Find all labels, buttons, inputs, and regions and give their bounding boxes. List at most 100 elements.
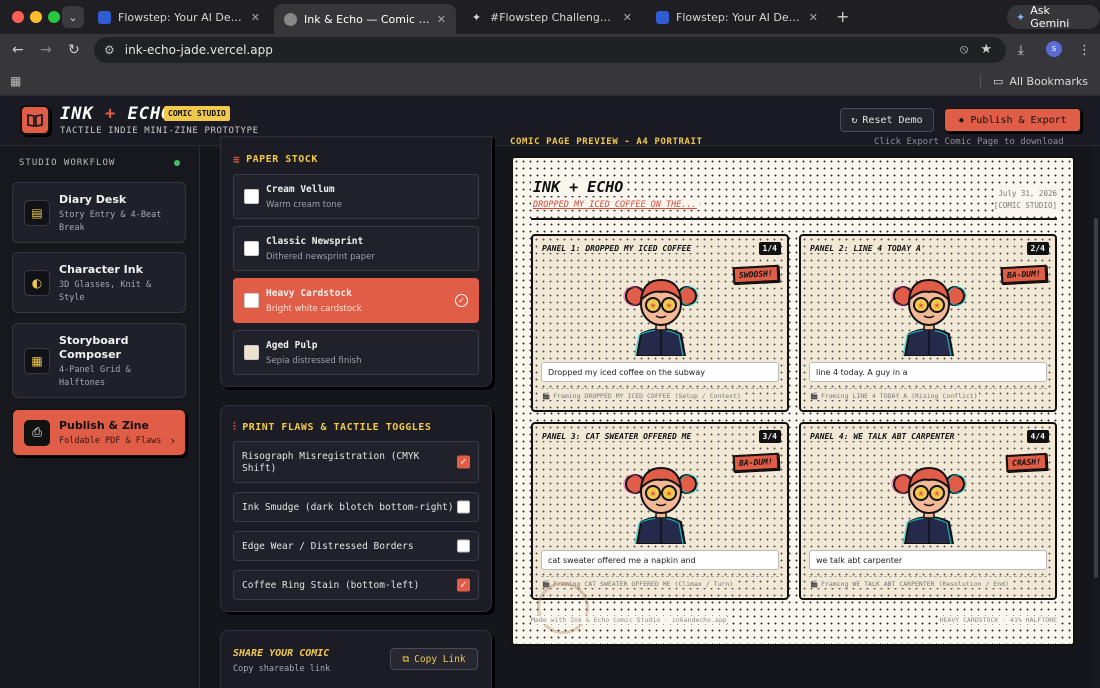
character-illustration-icon	[891, 279, 967, 356]
toggle-checkbox[interactable]	[457, 539, 470, 553]
paper-option-heavy-cardstock[interactable]: Heavy Cardstock Bright white cardstock ✓	[233, 278, 479, 323]
paper-option-desc: Dithered newsprint paper	[266, 252, 375, 262]
paper-stock-title: ≋ PAPER STOCK	[233, 153, 318, 166]
paper-option-desc: Sepia distressed finish	[266, 356, 362, 366]
panel-title: PANEL 3: CAT SWEATER OFFERED ME	[541, 432, 693, 441]
toggle-checkbox-checked[interactable]: ✓	[457, 455, 470, 469]
bookmark-star-icon[interactable]: ★	[980, 42, 992, 57]
comic-panel-4[interactable]: PANEL 4: WE TALK ABT CARPENTER 4/4 CRASH…	[799, 422, 1057, 600]
panel-caption[interactable]: we talk abt carpenter	[809, 550, 1047, 570]
maximize-window-button[interactable]	[48, 11, 60, 23]
paper-option-checkbox[interactable]	[244, 345, 259, 360]
panel-caption[interactable]: line 4 today. A guy in a	[809, 362, 1047, 382]
paper-option-cream-vellum[interactable]: Cream Vellum Warm cream tone	[233, 174, 479, 219]
brand-amp: +	[104, 104, 117, 124]
character-illustration-icon	[623, 279, 699, 356]
reload-icon[interactable]: ↻	[68, 42, 80, 58]
paper-option-classic-newsprint[interactable]: Classic Newsprint Dithered newsprint pap…	[233, 226, 479, 271]
comic-panel-3[interactable]: PANEL 3: CAT SWEATER OFFERED ME 3/4 BA-D…	[531, 422, 789, 600]
tab-search-icon[interactable]: ⌄	[62, 6, 84, 28]
panel-caption[interactable]: Dropped my iced coffee on the subway	[541, 362, 779, 382]
browser-tab-4[interactable]: Flowstep: Your AI Design Ass ✕	[646, 4, 828, 30]
back-arrow-icon[interactable]: ←	[12, 42, 24, 58]
download-icon[interactable]: ⤓	[1018, 43, 1024, 58]
site-info-icon[interactable]: ⚙	[104, 43, 115, 57]
workflow-item-sub: Break	[59, 223, 85, 233]
forward-arrow-icon[interactable]: →	[40, 42, 52, 58]
workflow-item-sub: 3D Glasses, Knit &	[59, 280, 152, 290]
paper-option-checkbox[interactable]	[244, 293, 259, 308]
browser-tab-1[interactable]: Flowstep: Your AI Design Ass ✕	[88, 4, 270, 30]
paper-option-checkbox[interactable]	[244, 189, 259, 204]
reset-demo-label: Reset Demo	[862, 114, 923, 126]
comic-studio-badge: COMIC STUDIO	[164, 106, 230, 121]
paper-option-name: Aged Pulp	[266, 340, 318, 351]
panel-meta-text: Framing DROPPED MY ICED COFFEE (Setup / …	[553, 392, 741, 400]
globe-favicon-icon	[284, 12, 297, 26]
toggle-coffee-ring[interactable]: Coffee Ring Stain (bottom-left) ✓	[233, 570, 479, 600]
toggle-edge-wear[interactable]: Edge Wear / Distressed Borders	[233, 531, 479, 561]
address-bar[interactable]: ⚙ ink-echo-jade.vercel.app ⦸ ★	[94, 37, 1006, 63]
close-tab-icon[interactable]: ✕	[437, 13, 446, 26]
publish-export-button[interactable]: ✸ Publish & Export	[944, 108, 1081, 132]
toggle-ink-smudge[interactable]: Ink Smudge (dark blotch bottom-right)	[233, 492, 479, 522]
panel-sfx-badge: SWOOSH!	[732, 264, 780, 285]
browser-tab-3[interactable]: ✦ #Flowstep Challenge on Cont ✕	[460, 4, 642, 30]
open-book-logo-icon	[20, 105, 50, 135]
panel-meta-divider	[809, 576, 1047, 577]
toggle-checkbox[interactable]	[457, 500, 470, 514]
profile-avatar[interactable]: s	[1046, 41, 1062, 57]
paper-option-name: Heavy Cardstock	[266, 288, 352, 299]
paper-option-aged-pulp[interactable]: Aged Pulp Sepia distressed finish	[233, 330, 479, 375]
toggle-label: Coffee Ring Stain (bottom-left)	[242, 580, 420, 591]
tab-title: Ink & Echo — Comic Studio Pr	[304, 12, 430, 26]
browser-tab-2[interactable]: Ink & Echo — Comic Studio Pr ✕	[274, 4, 456, 34]
print-flaws-card: ⫶ PRINT FLAWS & TACTILE TOGGLES Risograp…	[220, 405, 492, 612]
all-bookmarks-button[interactable]: ▭ All Bookmarks	[980, 74, 1088, 88]
close-tab-icon[interactable]: ✕	[251, 11, 260, 24]
minimize-window-button[interactable]	[30, 11, 42, 23]
comic-panel-1[interactable]: PANEL 1: DROPPED MY ICED COFFEE 1/4 SWOO…	[531, 234, 789, 412]
workflow-item-publish-zine[interactable]: ⎙ Publish & Zine Foldable PDF & Flaws ›	[12, 409, 186, 456]
coffee-ring-stain	[537, 582, 589, 634]
paper-option-desc: Warm cream tone	[266, 200, 342, 210]
panel-meta: 🎬 Framing DROPPED MY ICED COFFEE (Setup /…	[541, 392, 742, 400]
comic-panel-2[interactable]: PANEL 2: LINE 4 TODAY A 2/4 BA-DUM! line…	[799, 234, 1057, 412]
gemini-sparkle-icon: ✦	[1016, 10, 1026, 24]
publish-export-label: Publish & Export	[970, 114, 1067, 126]
copy-link-label: Copy Link	[414, 653, 466, 665]
palette-icon: ◐	[24, 269, 50, 296]
toggle-label: Ink Smudge (dark blotch bottom-right)	[242, 502, 454, 513]
paper-option-checkbox[interactable]	[244, 241, 259, 256]
camera-off-icon[interactable]: ⦸	[960, 42, 968, 57]
toggle-risograph-misregistration[interactable]: Risograph Misregistration (CMYK Shift) ✓	[233, 441, 479, 483]
paper-option-name: Cream Vellum	[266, 184, 335, 195]
toggle-label: Risograph Misregistration (CMYK	[242, 451, 420, 462]
workflow-item-sub: Story Entry & 4-Beat	[59, 210, 162, 220]
panel-sfx-badge: CRASH!	[1005, 452, 1048, 473]
sparkle-icon: ✸	[958, 114, 965, 126]
toggle-checkbox-checked[interactable]: ✓	[457, 578, 470, 592]
share-subtitle: Copy shareable link	[233, 664, 331, 674]
workflow-item-character-ink[interactable]: ◐ Character Ink 3D Glasses, Knit & Style	[12, 252, 186, 313]
close-window-button[interactable]	[12, 11, 24, 23]
share-card: SHARE YOUR COMIC Copy shareable link ⧉ C…	[220, 630, 492, 688]
panel-title: PANEL 4: WE TALK ABT CARPENTER	[809, 432, 956, 441]
workflow-item-storyboard-composer[interactable]: ▦ Storyboard Composer 4-Panel Grid & Hal…	[12, 323, 186, 398]
panel-caption[interactable]: cat sweater offered me a napkin and	[541, 550, 779, 570]
new-tab-icon[interactable]: +	[836, 7, 849, 26]
close-tab-icon[interactable]: ✕	[623, 11, 632, 24]
apps-grid-icon[interactable]: ▦	[10, 74, 21, 88]
workflow-item-name: Composer	[59, 348, 121, 361]
ask-gemini-button[interactable]: ✦ Ask Gemini	[1007, 4, 1100, 30]
panel-sfx-badge: BA-DUM!	[732, 452, 780, 473]
sliders-icon: ⫶	[233, 420, 237, 433]
panel-meta-text: Framing CAT SWEATER OFFERED ME (Climax /…	[553, 580, 734, 588]
browser-menu-icon[interactable]: ⋮	[1078, 43, 1091, 58]
workflow-item-diary-desk[interactable]: ▤ Diary Desk Story Entry & 4-Beat Break	[12, 182, 186, 243]
reset-demo-button[interactable]: ↻ Reset Demo	[840, 108, 934, 132]
scrollbar-thumb[interactable]	[1094, 218, 1098, 578]
close-tab-icon[interactable]: ✕	[809, 11, 818, 24]
copy-link-button[interactable]: ⧉ Copy Link	[390, 648, 478, 670]
app-brand: INK + ECHO	[60, 104, 172, 124]
